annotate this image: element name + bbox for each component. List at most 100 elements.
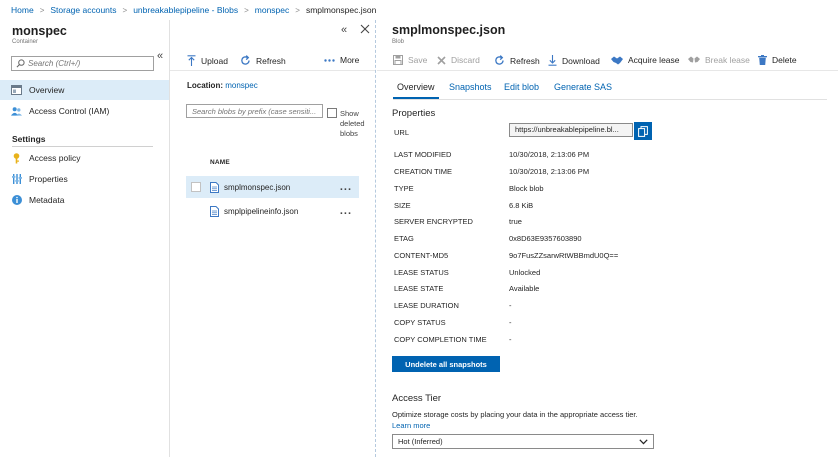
acquire-lease-button[interactable]: Acquire lease <box>611 55 680 65</box>
property-value: 10/30/2018, 2:13:06 PM <box>509 167 590 176</box>
download-button[interactable]: Download <box>548 55 600 66</box>
overview-icon <box>11 85 22 96</box>
container-subtitle: Container <box>12 39 39 45</box>
more-button[interactable]: More <box>324 55 359 65</box>
blob-title: smplmonspec.json <box>392 23 506 37</box>
show-deleted-label[interactable]: Show deleted blobs <box>340 109 374 139</box>
discard-label: Discard <box>451 55 480 65</box>
blob-search-input[interactable] <box>192 106 320 116</box>
breadcrumb-blobs[interactable]: unbreakablepipeline - Blobs <box>133 5 238 15</box>
column-header-name[interactable]: NAME <box>210 159 230 166</box>
key-icon <box>11 152 22 164</box>
table-row[interactable]: smplpipelineinfo.json ... <box>186 200 359 222</box>
access-tier-dropdown[interactable]: Hot (Inferred) <box>392 434 654 449</box>
tab-snapshots[interactable]: Snapshots <box>449 82 492 92</box>
collapse-panel-icon[interactable]: « <box>341 24 347 36</box>
refresh-button[interactable]: Refresh <box>494 55 540 66</box>
property-key: COPY COMPLETION TIME <box>394 335 487 344</box>
learn-more-link[interactable]: Learn more <box>392 421 430 430</box>
nav-item-label: Metadata <box>29 195 65 205</box>
toolbar-divider <box>170 70 375 71</box>
save-button[interactable]: Save <box>393 55 427 65</box>
access-tier-value: Hot (Inferred) <box>398 437 443 446</box>
nav-item-label: Properties <box>29 174 68 184</box>
iam-users-icon <box>11 106 22 117</box>
property-value: Unlocked <box>509 268 541 277</box>
breadcrumb: Home > Storage accounts > unbreakablepip… <box>0 0 838 20</box>
collapse-menu-icon[interactable]: « <box>157 51 163 62</box>
property-key: SIZE <box>394 201 411 210</box>
property-value: 9o7FusZZsarwRtWBBmdU0Q== <box>509 251 619 260</box>
property-key: CONTENT-MD5 <box>394 251 449 260</box>
acquire-lease-label: Acquire lease <box>628 55 680 65</box>
undelete-snapshots-button[interactable]: Undelete all snapshots <box>392 356 500 372</box>
property-key: CREATION TIME <box>394 167 453 176</box>
chevron-right-icon: > <box>295 5 300 15</box>
nav-item-overview[interactable]: Overview <box>0 80 169 100</box>
property-key-url: URL <box>394 128 410 137</box>
chevron-right-icon: > <box>122 5 128 15</box>
table-row[interactable]: smplmonspec.json ... <box>186 176 359 198</box>
refresh-label: Refresh <box>256 55 286 66</box>
chevron-down-icon <box>639 438 648 444</box>
property-value: Available <box>509 284 540 293</box>
trash-icon <box>758 55 767 65</box>
nav-item-access-control[interactable]: Access Control (IAM) <box>0 101 169 121</box>
copy-icon <box>638 125 648 137</box>
row-menu-button[interactable]: ... <box>340 205 352 217</box>
breadcrumb-storage-accounts[interactable]: Storage accounts <box>50 5 116 15</box>
container-menu-panel: monspec Container « Overview Access Cont… <box>0 20 170 457</box>
breadcrumb-container[interactable]: monspec <box>255 5 290 15</box>
nav-item-label: Overview <box>29 85 65 95</box>
blob-name[interactable]: smplpipelineinfo.json <box>224 207 340 216</box>
lease-handshake-icon <box>611 56 623 64</box>
close-icon[interactable] <box>360 24 370 34</box>
discard-button[interactable]: Discard <box>437 55 480 65</box>
properties-icon <box>11 174 22 185</box>
access-tier-heading: Access Tier <box>392 393 442 404</box>
upload-button[interactable]: Upload <box>187 55 228 66</box>
save-icon <box>393 55 403 65</box>
nav-item-label: Access Control (IAM) <box>29 106 110 116</box>
nav-item-properties[interactable]: Properties <box>0 169 169 189</box>
tab-overview[interactable]: Overview <box>397 82 435 92</box>
blob-name[interactable]: smplmonspec.json <box>224 183 340 192</box>
upload-icon <box>187 55 196 66</box>
download-label: Download <box>562 55 600 66</box>
settings-divider <box>12 146 153 147</box>
property-value: 6.8 KiB <box>509 201 534 210</box>
menu-search-input[interactable] <box>28 59 148 68</box>
tab-edit-blob[interactable]: Edit blob <box>504 82 539 92</box>
nav-item-metadata[interactable]: Metadata <box>0 190 169 210</box>
break-lease-button[interactable]: Break lease <box>688 55 750 65</box>
show-deleted-checkbox[interactable] <box>327 108 337 118</box>
breadcrumb-home[interactable]: Home <box>11 5 34 15</box>
property-key: ETAG <box>394 234 414 243</box>
delete-button[interactable]: Delete <box>758 55 797 65</box>
property-value: true <box>509 217 522 226</box>
url-field[interactable]: https://unbreakablepipeline.bl... <box>509 123 633 137</box>
blob-details-panel: smplmonspec.json Blob Save Discard Refre… <box>377 20 838 457</box>
properties-heading: Properties <box>392 108 436 119</box>
copy-url-button[interactable] <box>634 122 652 140</box>
row-checkbox[interactable] <box>191 206 201 216</box>
discard-x-icon <box>437 55 446 65</box>
property-value: - <box>509 318 512 327</box>
nav-item-access-policy[interactable]: Access policy <box>0 148 169 168</box>
property-value: - <box>509 301 512 310</box>
chevron-right-icon: > <box>244 5 249 15</box>
menu-search-box[interactable] <box>11 56 154 71</box>
row-menu-button[interactable]: ... <box>340 181 352 193</box>
tab-generate-sas[interactable]: Generate SAS <box>554 82 612 92</box>
blob-subtitle: Blob <box>392 39 405 45</box>
refresh-label: Refresh <box>510 55 540 66</box>
refresh-button[interactable]: Refresh <box>240 55 286 66</box>
blob-search-box[interactable] <box>186 104 323 118</box>
row-checkbox[interactable] <box>191 182 201 192</box>
chevron-right-icon: > <box>39 5 45 15</box>
file-icon <box>210 181 219 193</box>
location-link[interactable]: monspec <box>225 81 257 90</box>
blob-list-panel: « Upload Refresh More Location: monspec … <box>170 20 376 457</box>
save-label: Save <box>408 55 428 65</box>
file-icon <box>210 205 219 217</box>
